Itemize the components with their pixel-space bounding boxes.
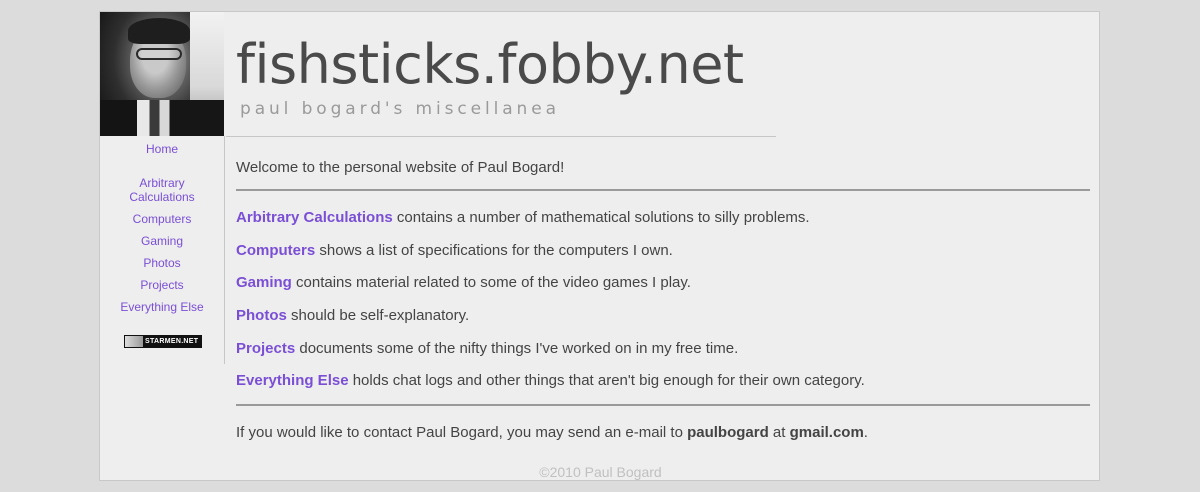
contact-text: If you would like to contact Paul Bogard… [236,424,868,441]
contact-email-domain: gmail.com [789,424,864,441]
portrait-photo [100,12,224,136]
contact-suffix: . [863,424,868,441]
page-container: fishsticks.fobby.net paul bogard's misce… [99,11,1100,481]
sidebar-item-everything-else[interactable]: Everything Else [100,300,224,314]
section-description: holds chat logs and other things that ar… [348,372,865,389]
section-description: contains a number of mathematical soluti… [392,209,810,226]
header-divider [226,136,776,137]
starmen-badge[interactable]: STARMEN.NET [124,335,202,348]
footer-copyright: ©2010 Paul Bogard [539,464,662,480]
section-item: Photos should be self-explanatory. [236,307,469,324]
sidebar-item-photos[interactable]: Photos [100,256,224,270]
welcome-text: Welcome to the personal website of Paul … [236,159,565,176]
sidebar-item-home[interactable]: Home [100,142,224,156]
content-divider-top [236,189,1090,191]
section-item: Computers shows a list of specifications… [236,242,673,259]
contact-middle: at [768,424,790,441]
link-gaming[interactable]: Gaming [236,274,292,291]
section-description: should be self-explanatory. [286,307,470,324]
section-item: Arbitrary Calculations contains a number… [236,209,810,226]
section-item: Projects documents some of the nifty thi… [236,340,738,357]
section-description: documents some of the nifty things I've … [295,340,739,357]
link-projects[interactable]: Projects [236,340,295,357]
sidebar-divider [224,136,225,364]
contact-email-user: paulbogard [687,424,769,441]
starmen-badge-label: STARMEN.NET [145,338,199,345]
contact-prefix: If you would like to contact Paul Bogard… [236,424,688,441]
content-divider-bottom [236,404,1090,406]
section-description: contains material related to some of the… [291,274,691,291]
link-everything-else[interactable]: Everything Else [236,372,349,389]
site-tagline: paul bogard's miscellanea [240,99,560,119]
sidebar-item-gaming[interactable]: Gaming [100,234,224,248]
section-item: Gaming contains material related to some… [236,274,691,291]
link-photos[interactable]: Photos [236,307,287,324]
sidebar-item-arbitrary-calculations[interactable]: Arbitrary Calculations [114,176,210,204]
link-computers[interactable]: Computers [236,242,315,259]
starmen-badge-icon [125,336,143,347]
section-description: shows a list of specifications for the c… [315,242,673,259]
section-item: Everything Else holds chat logs and othe… [236,372,865,389]
site-title: fishsticks.fobby.net [236,33,744,96]
sidebar-item-computers[interactable]: Computers [100,212,224,226]
sidebar-item-projects[interactable]: Projects [100,278,224,292]
link-arbitrary-calculations[interactable]: Arbitrary Calculations [236,209,393,226]
